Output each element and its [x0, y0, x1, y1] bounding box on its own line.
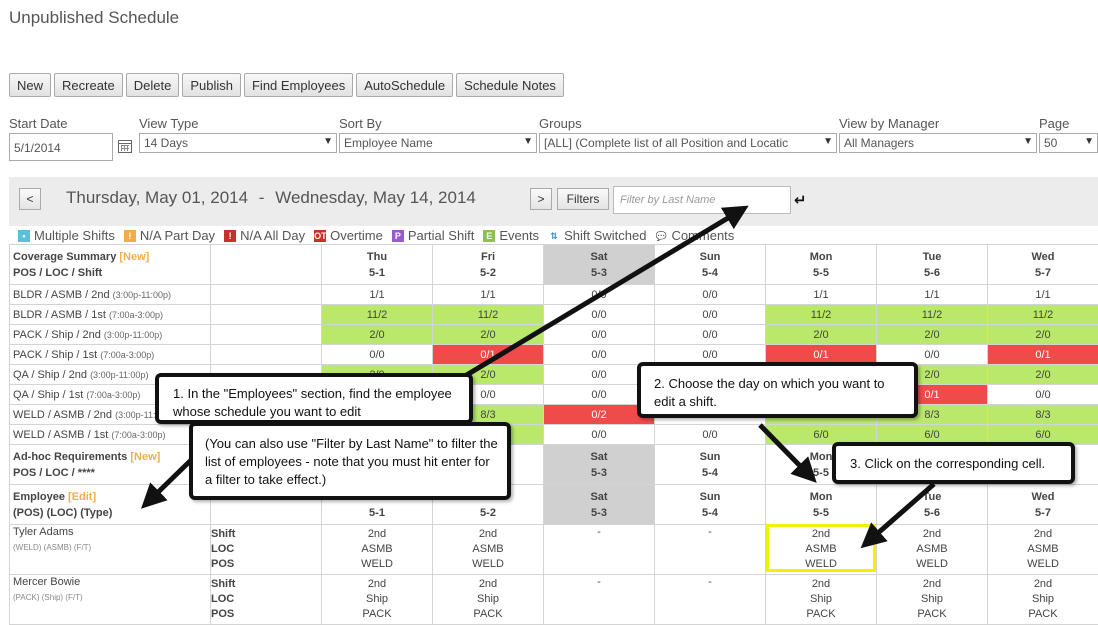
annotation-arrows: [0, 0, 1098, 624]
arrow-to-cell: [870, 484, 934, 540]
arrow-to-day-column: [760, 425, 808, 474]
callout-step-2: 2. Choose the day on which you want to e…: [637, 362, 918, 418]
callout-step-3: 3. Click on the corresponding cell.: [832, 442, 1075, 484]
callout-step-1-note: (You can also use "Filter by Last Name" …: [189, 422, 511, 500]
callout-step-1: 1. In the "Employees" section, find the …: [155, 373, 473, 424]
